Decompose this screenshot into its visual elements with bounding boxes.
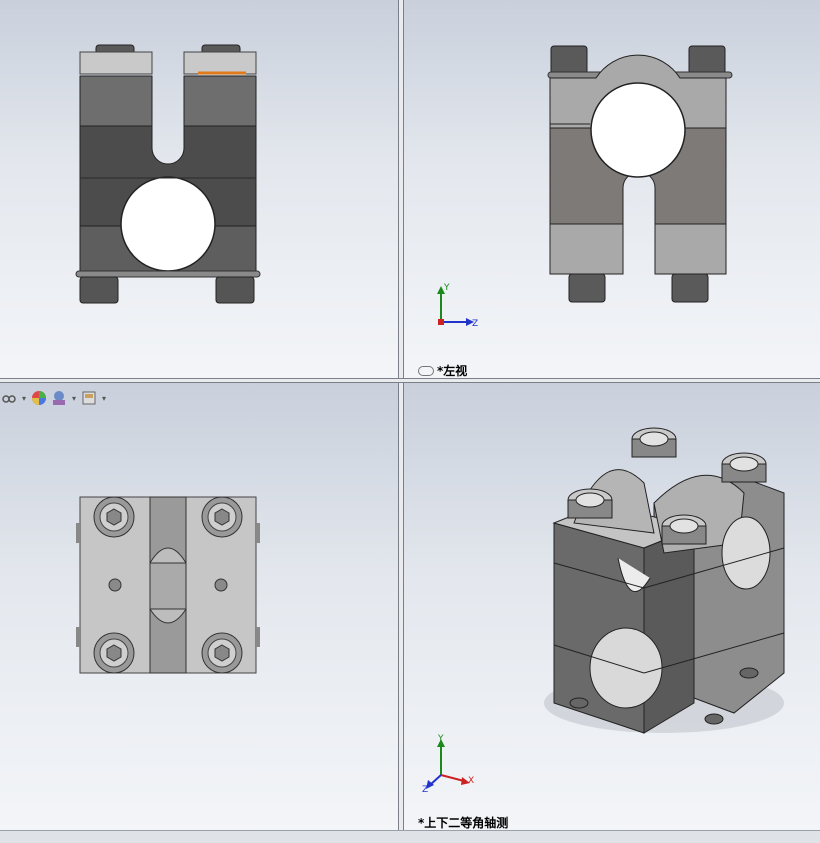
triad-icon	[437, 286, 474, 326]
triad-icon	[426, 739, 470, 789]
graphics-area[interactable]: Y Z *左视 ▾ ▾ ▾ Y X Z *上下二等角轴测	[0, 0, 820, 843]
dimetric-view-drawing: Y X Z	[422, 427, 785, 795]
viewport-left[interactable]: Y Z *左视	[404, 0, 820, 378]
viewport-dimetric[interactable]: Y X Z *上下二等角轴测	[404, 383, 820, 830]
viewport-front[interactable]	[0, 0, 398, 378]
triad-y-label: Y	[443, 283, 450, 293]
triad-y-label: Y	[437, 734, 444, 744]
left-view-drawing: Y Z	[437, 45, 733, 329]
viewport-top[interactable]: ▾ ▾ ▾	[0, 383, 398, 830]
top-view-drawing	[76, 496, 260, 674]
status-bar	[0, 830, 820, 843]
view-label-dimetric: *上下二等角轴测	[418, 816, 509, 830]
triad-z-label: Z	[472, 319, 478, 329]
view-label-left: *左视	[418, 362, 467, 378]
link-view-icon[interactable]	[418, 365, 434, 376]
viewport-splitter-vertical[interactable]	[398, 0, 404, 830]
triad-x-label: X	[468, 776, 474, 786]
front-view-drawing	[75, 44, 261, 304]
triad-z-label: Z	[422, 785, 428, 795]
viewport-splitter-horizontal[interactable]	[0, 378, 820, 383]
